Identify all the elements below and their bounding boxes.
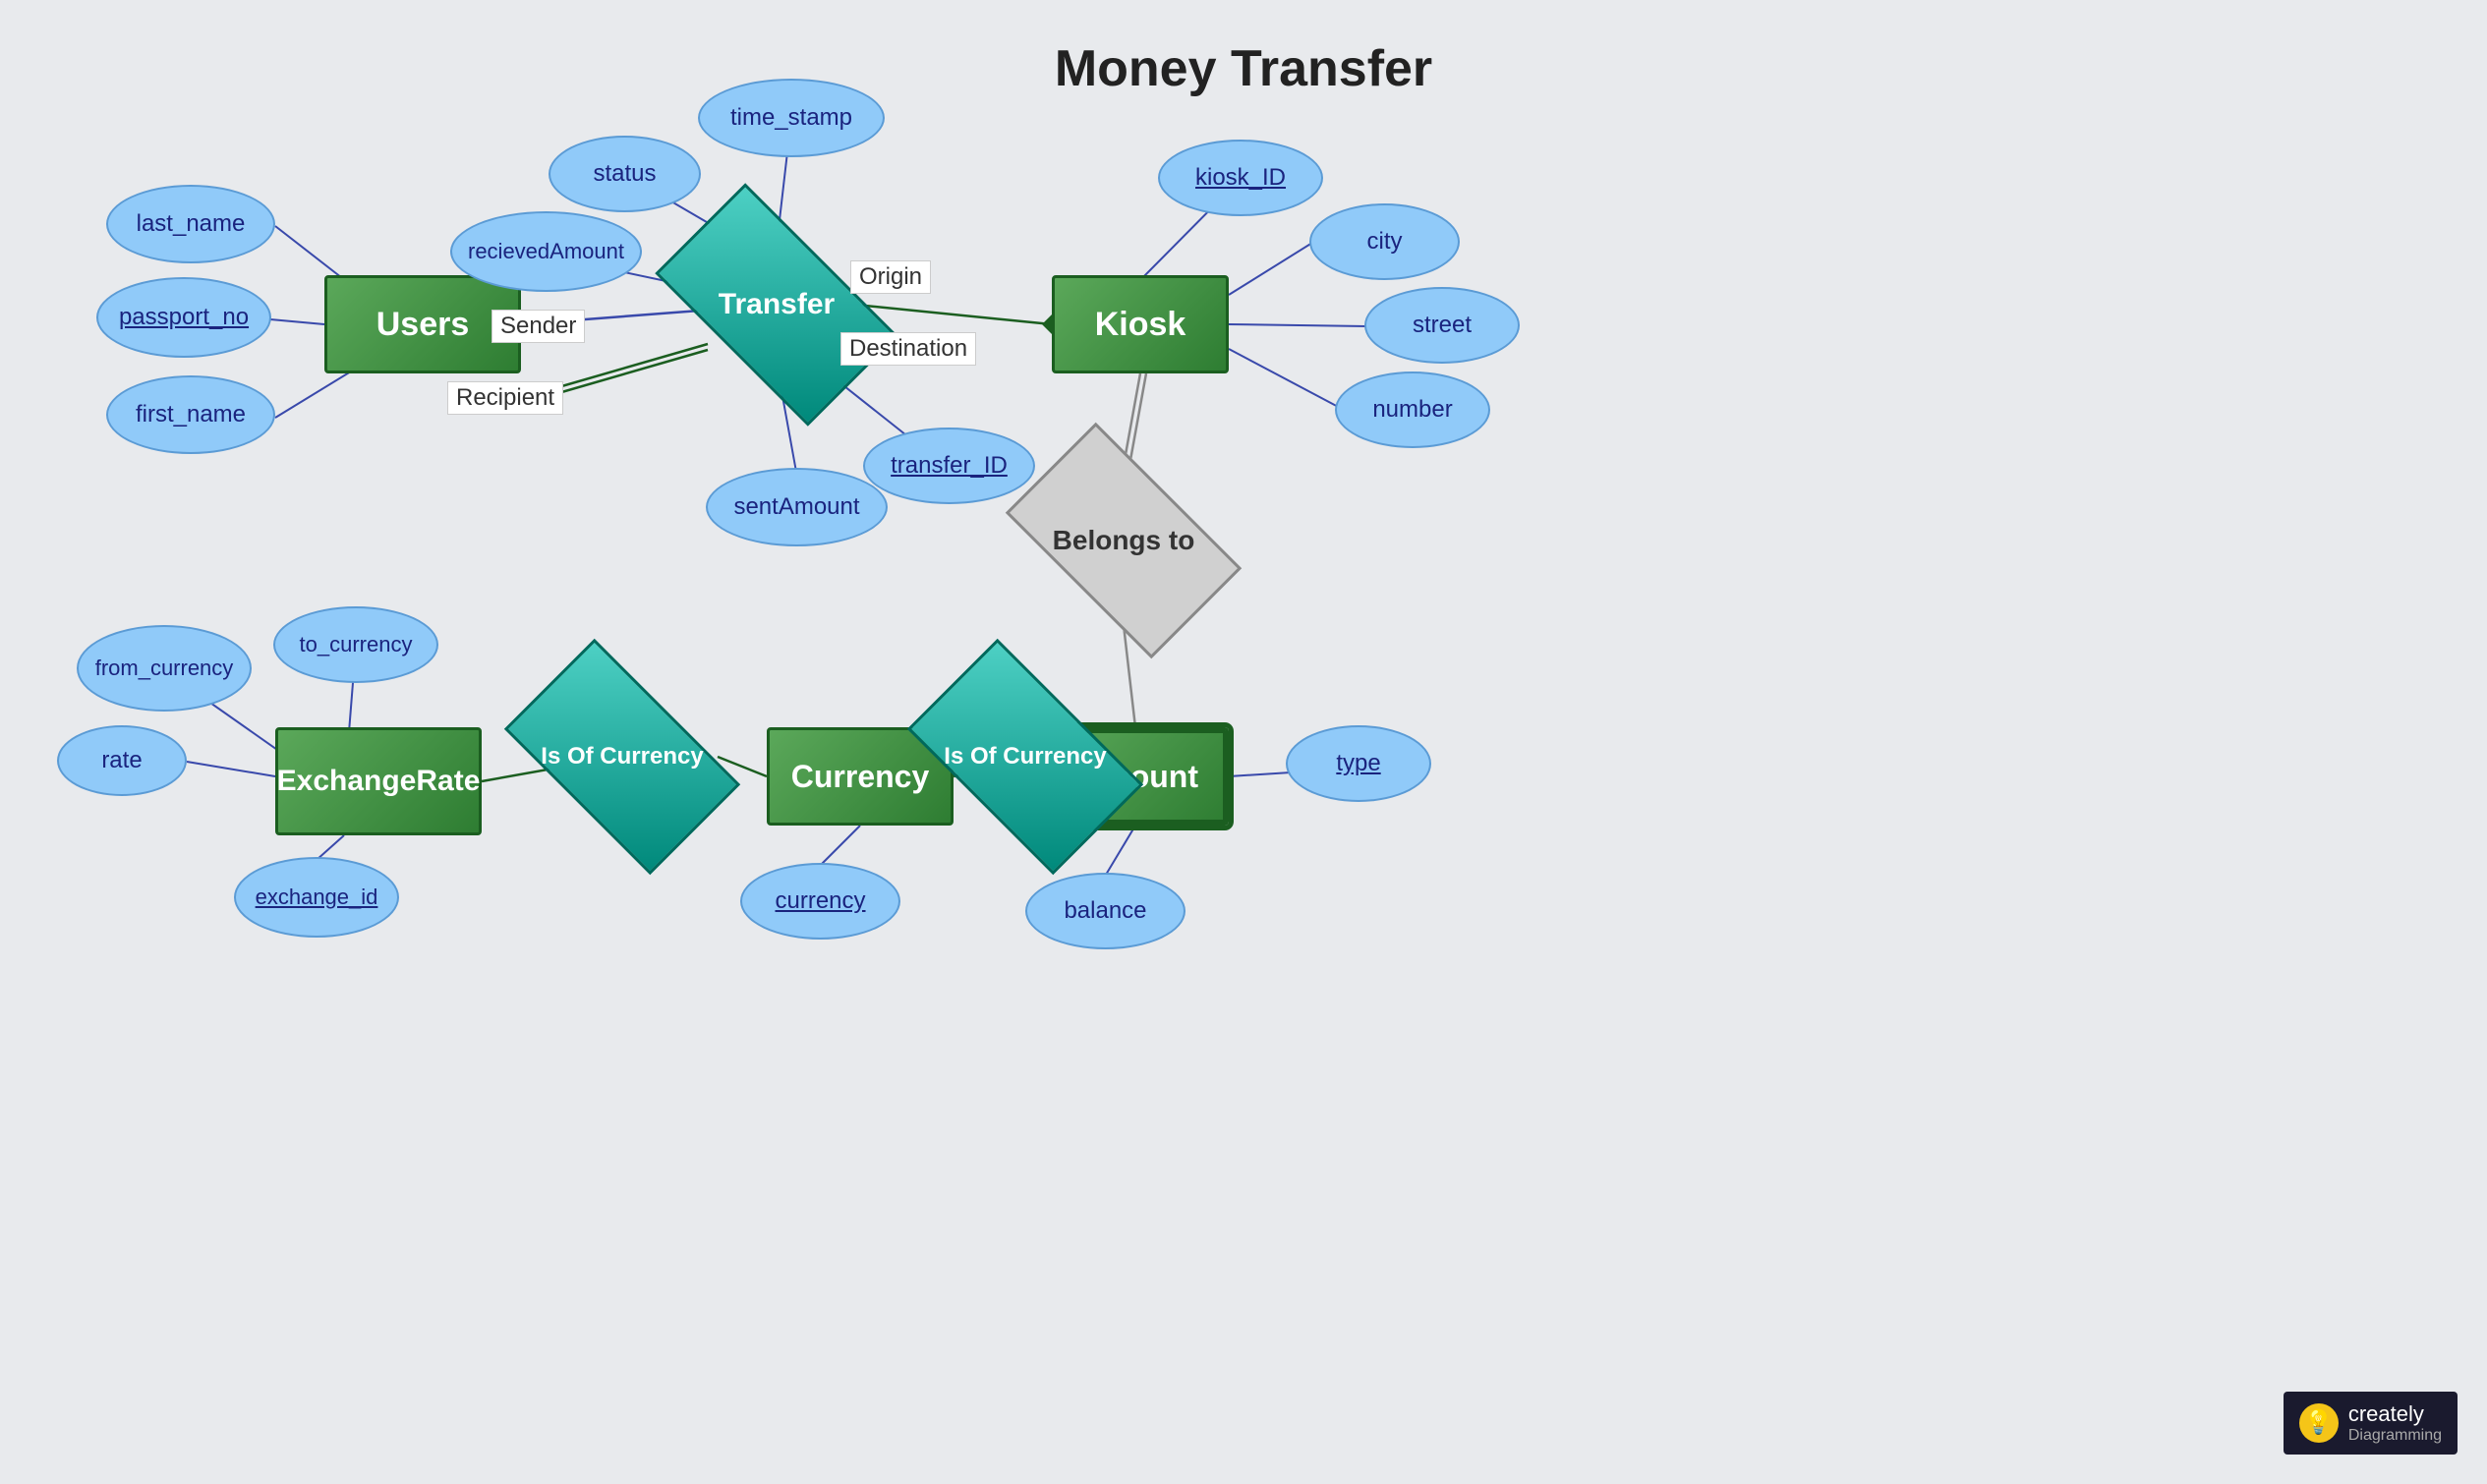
attr-street: street xyxy=(1364,287,1520,364)
rel-origin: Origin xyxy=(850,260,931,294)
page-title: Money Transfer xyxy=(1055,39,1432,98)
attr-status: status xyxy=(549,136,701,212)
diamond-is-of-currency-right: Is Of Currency xyxy=(922,693,1128,821)
attr-kiosk-id: kiosk_ID xyxy=(1158,140,1323,216)
diamond-is-of-currency-left: Is Of Currency xyxy=(519,693,725,821)
attr-balance: balance xyxy=(1025,873,1186,949)
attr-number: number xyxy=(1335,371,1490,448)
attr-last-name: last_name xyxy=(106,185,275,263)
attr-to-currency: to_currency xyxy=(273,606,438,683)
attr-type: type xyxy=(1286,725,1431,802)
rel-destination: Destination xyxy=(840,332,976,366)
rel-sender: Sender xyxy=(492,310,585,343)
creately-logo: 💡 creately Diagramming xyxy=(2284,1392,2458,1455)
creately-brand: creately xyxy=(2348,1401,2442,1427)
attr-recieved-amount: recievedAmount xyxy=(450,211,642,292)
diamond-belongs-to: Belongs to xyxy=(1020,477,1227,604)
attr-city: city xyxy=(1309,203,1460,280)
rel-recipient: Recipient xyxy=(447,381,563,415)
creately-tagline: Diagramming xyxy=(2348,1427,2442,1445)
entity-kiosk: Kiosk xyxy=(1052,275,1229,373)
attr-passport-no: passport_no xyxy=(96,277,271,358)
attr-rate: rate xyxy=(57,725,187,796)
attr-transfer-id: transfer_ID xyxy=(863,428,1035,504)
attr-time-stamp: time_stamp xyxy=(698,79,885,157)
creately-bulb-icon: 💡 xyxy=(2299,1403,2339,1443)
attr-exchange-id: exchange_id xyxy=(234,857,399,938)
entity-exchange-rate: ExchangeRate xyxy=(275,727,482,835)
attr-from-currency: from_currency xyxy=(77,625,252,712)
attr-currency: currency xyxy=(740,863,900,940)
diagram-container: Money Transfer xyxy=(0,0,2487,1484)
attr-sent-amount: sentAmount xyxy=(706,468,888,546)
attr-first-name: first_name xyxy=(106,375,275,454)
